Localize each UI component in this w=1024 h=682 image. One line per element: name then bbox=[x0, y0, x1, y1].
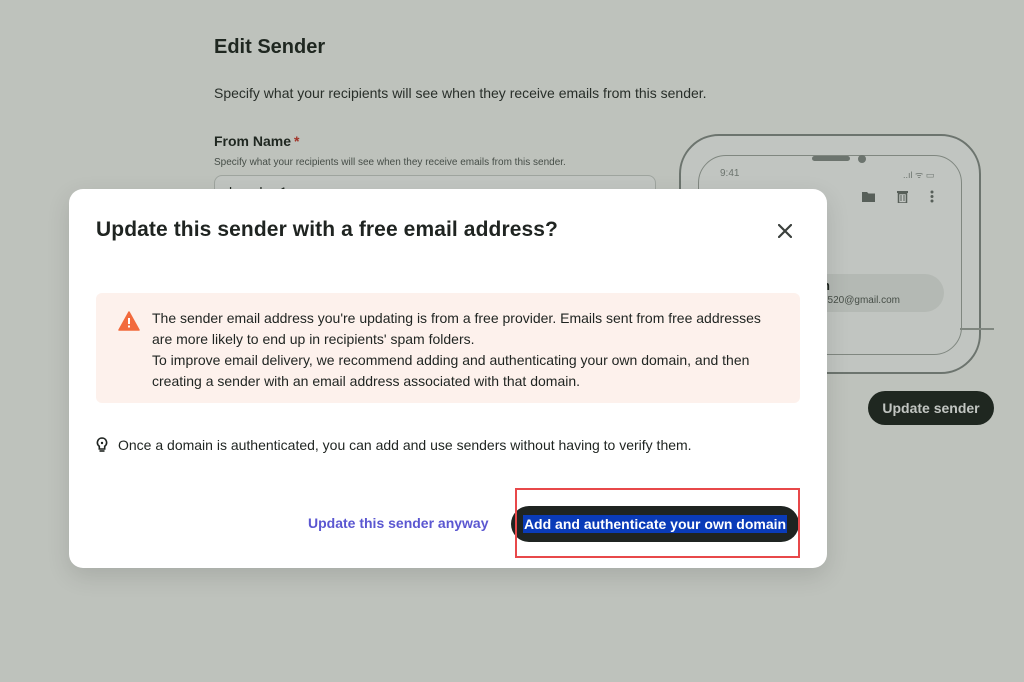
update-anyway-button[interactable]: Update this sender anyway bbox=[308, 515, 489, 531]
alert-line-2: To improve email delivery, we recommend … bbox=[152, 352, 750, 389]
lightbulb-icon bbox=[96, 437, 110, 453]
modal-title: Update this sender with a free email add… bbox=[96, 218, 558, 241]
highlight-annotation bbox=[515, 488, 800, 558]
tip-text: Once a domain is authenticated, you can … bbox=[118, 437, 692, 453]
domain-tip: Once a domain is authenticated, you can … bbox=[96, 437, 692, 453]
alert-message: The sender email address you're updating… bbox=[152, 308, 772, 392]
alert-line-1: The sender email address you're updating… bbox=[152, 310, 761, 347]
warning-icon bbox=[118, 311, 140, 331]
free-provider-alert: The sender email address you're updating… bbox=[96, 293, 800, 403]
close-icon[interactable] bbox=[773, 219, 797, 243]
